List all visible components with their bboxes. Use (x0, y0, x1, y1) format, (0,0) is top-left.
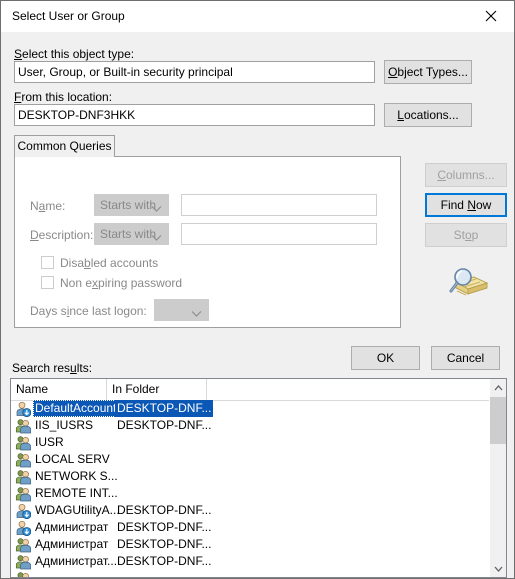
find-now-button[interactable]: Find Now (425, 193, 507, 217)
row-name: LOCAL SERV (35, 452, 110, 466)
list-header: Name In Folder (11, 379, 506, 401)
stop-button[interactable]: Stop (425, 223, 507, 247)
non-expiring-password-label: Non expiring password (60, 276, 183, 290)
days-since-logon-select[interactable] (154, 299, 209, 321)
group-icon (15, 486, 31, 502)
search-folder-icon (448, 266, 490, 302)
column-header-name[interactable]: Name (11, 379, 107, 400)
row-in-folder: DESKTOP-DNF... (117, 503, 212, 517)
table-row[interactable]: NETWORK S... (11, 468, 490, 485)
cancel-button[interactable]: Cancel (431, 346, 500, 370)
location-label: From this location: (14, 90, 113, 104)
columns-button[interactable]: Columns... (425, 163, 507, 187)
close-icon[interactable] (468, 1, 514, 31)
column-header-filler (207, 379, 488, 400)
checkbox-box-icon (41, 256, 54, 269)
row-in-folder: DESKTOP-DNF... (115, 400, 214, 417)
group-icon (15, 452, 31, 468)
tab-panel-common-queries: Name: Starts with Description: Starts wi… (14, 156, 401, 328)
object-type-label-text: elect this object type: (22, 47, 135, 61)
row-in-folder: DESKTOP-DNF... (117, 554, 212, 568)
ok-button[interactable]: OK (351, 346, 420, 370)
table-row[interactable]: IUSR (11, 434, 490, 451)
tab-common-queries[interactable]: Common Queries (14, 135, 115, 157)
object-type-label: Select this object type: (14, 47, 135, 61)
table-row[interactable]: Администрат... DESKTOP-DNF... (11, 553, 490, 570)
name-label: Name: (30, 199, 66, 213)
user-icon (15, 520, 32, 537)
row-name: REMOTE INT... (35, 486, 118, 500)
window-title: Select User or Group (12, 9, 125, 23)
table-row[interactable]: LOCAL SERV (11, 451, 490, 468)
row-name: Администрат (35, 520, 109, 534)
search-results-list[interactable]: Name In Folder DefaultAccount DESKTOP-DNF… (10, 378, 507, 578)
table-row[interactable]: Администрат DESKTOP-DNF... (11, 536, 490, 553)
row-in-folder: DESKTOP-DNF... (117, 520, 212, 534)
disabled-accounts-checkbox[interactable]: Disabled accounts (41, 256, 158, 270)
chevron-down-icon (151, 228, 162, 248)
group-icon (15, 571, 31, 577)
row-in-folder: DESKTOP-DNF... (117, 537, 212, 551)
group-icon (15, 469, 31, 485)
select-user-or-group-dialog: Select User or Group Select this object … (0, 0, 515, 579)
disabled-accounts-label: Disabled accounts (60, 256, 159, 270)
table-row-partial[interactable] (11, 570, 490, 577)
chevron-down-icon (151, 199, 162, 219)
name-condition-value: Starts with (100, 198, 157, 212)
row-name: IUSR (35, 435, 64, 449)
object-types-button[interactable]: Object Types... (384, 60, 472, 84)
table-row[interactable]: DefaultAccount DESKTOP-DNF... (11, 400, 490, 418)
row-name: WDAGUtilityA... (35, 503, 120, 517)
title-bar: Select User or Group (1, 1, 514, 33)
checkbox-box-icon (41, 276, 54, 289)
scroll-down-icon[interactable] (490, 560, 506, 577)
description-value-input[interactable] (181, 223, 377, 245)
row-in-folder: DESKTOP-DNF... (117, 418, 212, 432)
object-type-input[interactable]: User, Group, or Built-in security princi… (14, 61, 375, 83)
user-icon (15, 503, 32, 520)
name-value-input[interactable] (181, 194, 377, 216)
description-label: Description: (30, 228, 94, 242)
row-name: DefaultAccount (33, 400, 119, 417)
row-name: Администрат... (35, 554, 118, 568)
group-icon (15, 537, 31, 553)
name-condition-select[interactable]: Starts with (94, 194, 169, 216)
row-name: NETWORK S... (35, 469, 118, 483)
group-icon (15, 435, 31, 451)
column-header-in-folder[interactable]: In Folder (107, 379, 207, 400)
table-row[interactable]: REMOTE INT... (11, 485, 490, 502)
row-name: Администрат (35, 537, 109, 551)
scrollbar-thumb[interactable] (490, 397, 506, 444)
description-condition-select[interactable]: Starts with (94, 223, 169, 245)
group-icon (15, 554, 31, 570)
group-icon (15, 418, 31, 434)
table-row[interactable]: IIS_IUSRS DESKTOP-DNF... (11, 417, 490, 434)
query-tabs: Common Queries Name: Starts with Descrip… (14, 135, 401, 328)
location-input[interactable]: DESKTOP-DNF3HKK (14, 104, 375, 126)
user-icon (15, 401, 32, 418)
table-row[interactable]: WDAGUtilityA... DESKTOP-DNF... (11, 502, 490, 520)
description-condition-value: Starts with (100, 227, 157, 241)
row-name: IIS_IUSRS (35, 418, 94, 432)
days-since-logon-label: Days since last logon: (30, 304, 147, 318)
scroll-up-icon[interactable] (490, 379, 506, 396)
list-rows: DefaultAccount DESKTOP-DNF... IIS_IUSRS DES… (11, 400, 490, 577)
locations-button[interactable]: Locations... (384, 103, 472, 127)
table-row[interactable]: Администрат DESKTOP-DNF... (11, 519, 490, 537)
results-vertical-scrollbar[interactable] (489, 379, 506, 577)
non-expiring-password-checkbox[interactable]: Non expiring password (41, 276, 182, 290)
chevron-down-icon (191, 304, 202, 324)
search-results-label: Search results: (12, 361, 93, 375)
